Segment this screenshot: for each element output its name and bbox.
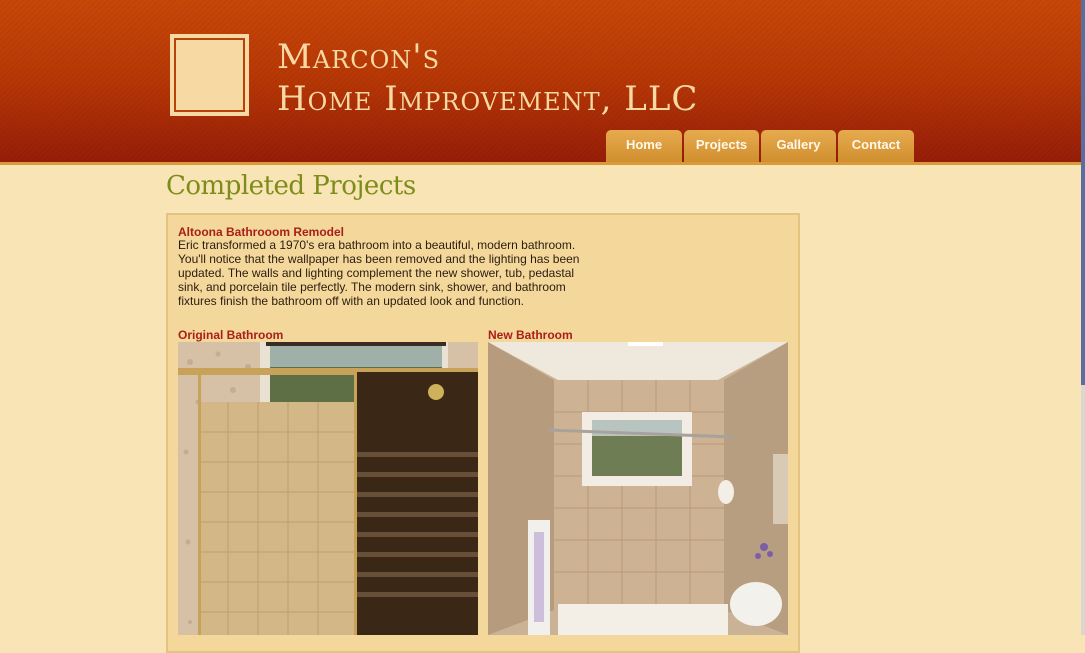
new-bathroom-label: New Bathroom xyxy=(488,328,573,342)
page-title: Completed Projects xyxy=(166,171,416,201)
header-divider xyxy=(0,162,1081,165)
main-nav: Home Projects Gallery Contact xyxy=(606,130,914,163)
original-bathroom-photo[interactable] xyxy=(178,342,478,635)
site-header: Marcon's Home Improvement, LLC Home Proj… xyxy=(0,0,1081,163)
nav-projects[interactable]: Projects xyxy=(684,130,759,163)
new-bathroom-photo[interactable] xyxy=(488,342,788,635)
nav-contact[interactable]: Contact xyxy=(838,130,914,163)
logo-mark[interactable] xyxy=(170,34,249,116)
site-name-line2: Home Improvement, LLC xyxy=(277,79,699,119)
nav-gallery[interactable]: Gallery xyxy=(761,130,836,163)
original-bathroom-label: Original Bathroom xyxy=(178,328,284,342)
scrollbar-thumb[interactable] xyxy=(1081,0,1085,385)
site-logo-text[interactable]: Marcon's Home Improvement, LLC xyxy=(277,36,698,120)
nav-home[interactable]: Home xyxy=(606,130,682,163)
site-name-line1: Marcon's xyxy=(277,37,441,77)
project-title: Altoona Bathrooom Remodel xyxy=(178,225,345,239)
window-scrollbar[interactable] xyxy=(1081,0,1085,635)
project-description: Eric transformed a 1970's era bathroom i… xyxy=(178,238,580,308)
